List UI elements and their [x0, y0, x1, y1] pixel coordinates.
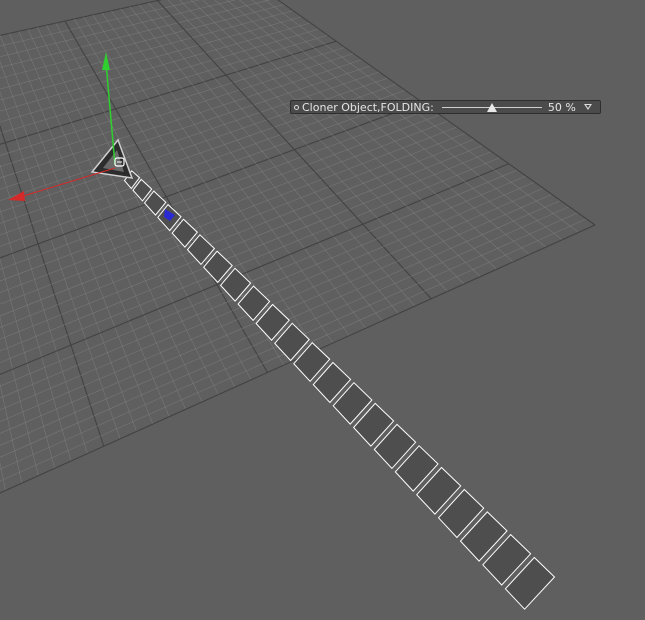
grid-line-v — [0, 132, 466, 317]
y-axis-arrow-icon[interactable] — [102, 52, 110, 70]
3d-viewport[interactable] — [0, 0, 645, 620]
grid-line-u — [202, 0, 497, 270]
grid-line-u — [264, 0, 579, 233]
cloner-object[interactable] — [123, 170, 556, 610]
slider-value: 50 % — [547, 100, 576, 114]
grid-line-u — [251, 0, 563, 240]
grid-line-u — [226, 0, 530, 255]
chevron-down-icon[interactable] — [583, 104, 592, 110]
grid-line-v — [0, 120, 449, 293]
grid-line-u — [0, 124, 105, 447]
grid-line-v — [0, 138, 475, 328]
hud-label: Cloner Object,FOLDING: — [302, 100, 434, 114]
grid-line-v — [0, 0, 237, 57]
folding-slider[interactable] — [441, 101, 542, 113]
grid-line-u — [0, 258, 55, 469]
grid-line-v — [0, 151, 492, 352]
grid-line-u — [0, 163, 88, 454]
grid-line-v — [0, 163, 509, 376]
grid-line-v — [0, 59, 363, 179]
hud-cloner-folding-slider[interactable]: Cloner Object,FOLDING: 50 % — [290, 100, 601, 114]
floor-grid — [0, 0, 596, 494]
grid-line-v — [0, 0, 201, 47]
grid-line-v — [0, 0, 163, 36]
hud-toggle-dot-icon[interactable] — [294, 104, 299, 110]
grid-line-v — [0, 224, 596, 494]
grid-line-u — [0, 461, 6, 491]
grid-line-u — [0, 60, 137, 432]
x-axis-arrow-icon[interactable] — [8, 191, 25, 201]
grid-line-v — [0, 10, 294, 90]
grid-line-u — [214, 0, 514, 263]
slider-thumb-icon[interactable] — [486, 103, 497, 112]
grid-line-v — [0, 40, 337, 145]
